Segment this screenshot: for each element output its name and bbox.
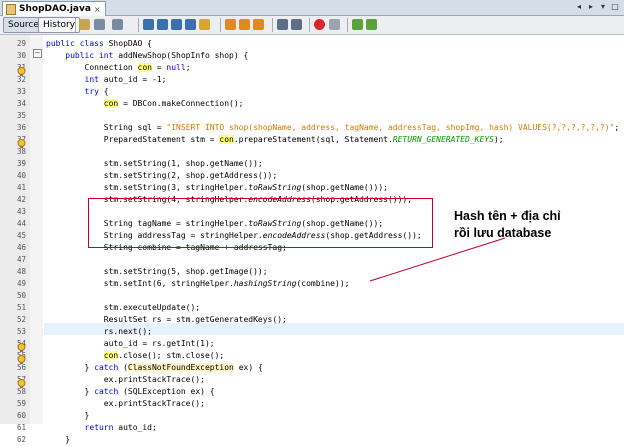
line-number: 62 xyxy=(16,435,26,444)
code-text[interactable]: } xyxy=(46,434,70,446)
code-line[interactable]: 62 } xyxy=(0,434,624,446)
annotation-note: Hash tên + địa chỉ rồi lưu database xyxy=(454,209,561,240)
